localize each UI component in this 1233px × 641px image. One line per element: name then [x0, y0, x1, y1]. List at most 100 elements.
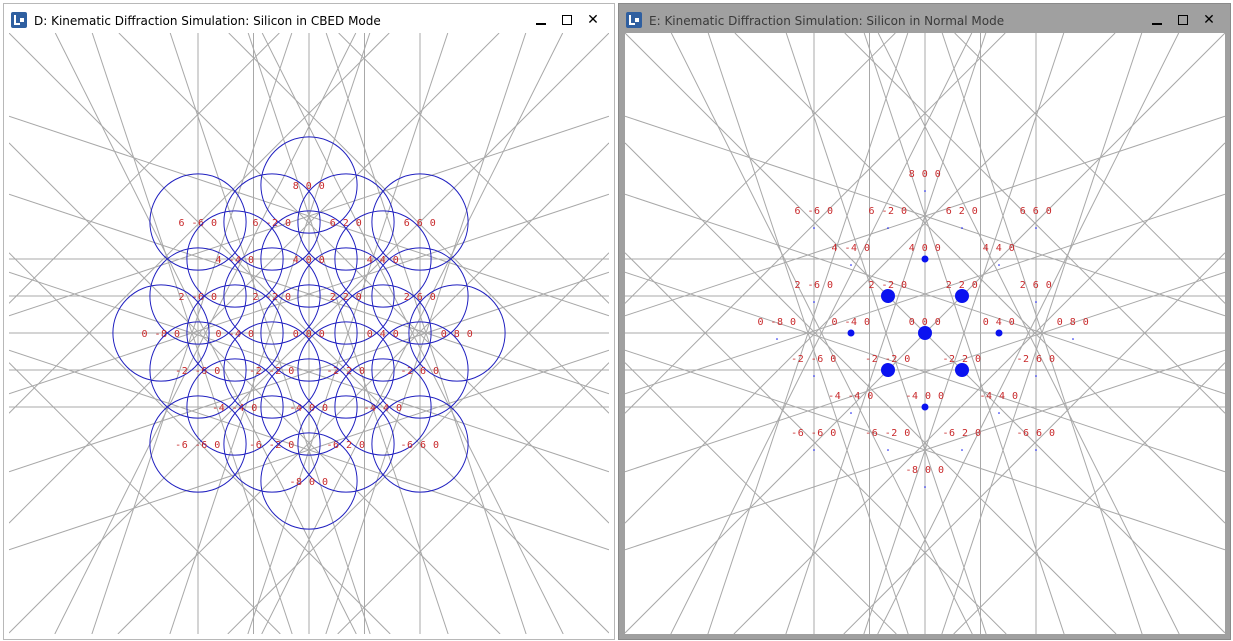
reflection-0_4_0[interactable]: 0 4 0 [983, 317, 1016, 337]
reflection-label: 0 0 0 [909, 317, 942, 328]
maximize-icon[interactable] [1172, 10, 1194, 30]
reflection--2_2_0[interactable]: -2 2 0 [942, 354, 981, 377]
maximize-icon[interactable] [556, 10, 578, 30]
reflection-label: 0 8 0 [1057, 317, 1090, 328]
reflection-6_2_0[interactable]: 6 2 0 [946, 206, 979, 229]
diffraction-spot [924, 486, 926, 488]
diffraction-spot [1035, 301, 1037, 303]
diffraction-spot [813, 375, 815, 377]
reflection-label: -6 -6 0 [791, 428, 837, 439]
reflection-label: 0 8 0 [441, 329, 474, 340]
diffraction-spot [1035, 375, 1037, 377]
reflection-label: 2 6 0 [1020, 280, 1053, 291]
diffraction-spot [813, 301, 815, 303]
reflection-label: 6 2 0 [946, 206, 979, 217]
diffraction-spot [998, 412, 1000, 414]
reflection-label: -6 -2 0 [249, 440, 295, 451]
reflection-label: 4 0 0 [293, 255, 326, 266]
reflection-label: 4 4 0 [983, 243, 1016, 254]
reflection-label: 2 -6 0 [794, 280, 833, 291]
reflection-label: -6 2 0 [326, 440, 365, 451]
reflection-label: -2 -2 0 [865, 354, 911, 365]
reflection-label: 2 -2 0 [252, 292, 291, 303]
reflection-label: -6 6 0 [1016, 428, 1055, 439]
diffraction-spot [921, 255, 929, 263]
reflection-label: 4 4 0 [367, 255, 400, 266]
reflection--4_4_0[interactable]: -4 4 0 [979, 391, 1018, 414]
window-normal-mode[interactable]: E: Kinematic Diffraction Simulation: Sil… [618, 3, 1231, 640]
window-cbed-mode[interactable]: D: Kinematic Diffraction Simulation: Sil… [3, 3, 615, 640]
reflection-label: 0 4 0 [367, 329, 400, 340]
reflection-0_8_0[interactable]: 0 8 0 [1057, 317, 1090, 340]
reflection-label: -4 0 0 [905, 391, 944, 402]
reflection-label: 6 -2 0 [868, 206, 907, 217]
reflection-label: 4 -4 0 [215, 255, 254, 266]
kikuchi-line [953, 362, 1225, 634]
reflection-4_-4_0[interactable]: 4 -4 0 [831, 243, 870, 266]
diffraction-spot [776, 338, 778, 340]
reflection-label: 6 -6 0 [794, 206, 833, 217]
reflection-label: 0 -8 0 [757, 317, 796, 328]
diffraction-spot [955, 363, 969, 377]
reflection-0_-4_0[interactable]: 0 -4 0 [831, 317, 870, 337]
reflection-label: -6 6 0 [400, 440, 439, 451]
reflection-2_-2_0[interactable]: 2 -2 0 [868, 280, 907, 303]
reflection-4_0_0[interactable]: 4 0 0 [909, 243, 942, 263]
reflection-label: -2 -2 0 [249, 366, 295, 377]
reflection-label: -4 -4 0 [828, 391, 874, 402]
diffraction-spot [887, 449, 889, 451]
reflection-label: -2 2 0 [326, 366, 365, 377]
reflection-label: 8 0 0 [293, 181, 326, 192]
diffraction-spot [998, 264, 1000, 266]
diffraction-spot [961, 449, 963, 451]
titlebar-d[interactable]: D: Kinematic Diffraction Simulation: Sil… [4, 4, 614, 36]
reflection-0_-8_0[interactable]: 0 -8 0 [757, 317, 796, 340]
diffraction-spot [887, 227, 889, 229]
reflection-label: -2 6 0 [400, 366, 439, 377]
diffraction-spot [847, 329, 855, 337]
reflection-label: 6 -6 0 [178, 218, 217, 229]
reflection-label: -8 0 0 [289, 477, 328, 488]
diffraction-spot [1072, 338, 1074, 340]
titlebar-e[interactable]: E: Kinematic Diffraction Simulation: Sil… [619, 4, 1230, 36]
kikuchi-line [625, 362, 897, 634]
reflection-label: 2 2 0 [946, 280, 979, 291]
reflection-label: -2 -6 0 [175, 366, 221, 377]
kikuchi-line [9, 142, 501, 634]
reflection-0_0_0[interactable]: 0 0 0 [909, 317, 942, 340]
normal-pattern-canvas[interactable]: 8 0 0 6 -6 0 6 -2 0 6 2 0 6 6 0 4 -4 0 4 0 0 4 … [625, 33, 1225, 634]
reflection-label: 0 -4 0 [831, 317, 870, 328]
reflection-label: -6 -2 0 [865, 428, 911, 439]
reflection--6_-2_0[interactable]: -6 -2 0 [865, 428, 911, 451]
java-app-icon [11, 12, 27, 28]
reflection-6_-2_0[interactable]: 6 -2 0 [868, 206, 907, 229]
diffraction-spot [921, 403, 929, 411]
diffraction-spot [1035, 227, 1037, 229]
kikuchi-line [117, 142, 609, 634]
reflection-label: -4 0 0 [289, 403, 328, 414]
diffraction-spot [955, 289, 969, 303]
reflection-label: 2 -6 0 [178, 292, 217, 303]
minimize-icon[interactable] [530, 10, 552, 30]
close-icon[interactable]: ✕ [582, 10, 604, 30]
reflection-label: 4 -4 0 [831, 243, 870, 254]
reflection-label: 0 -8 0 [141, 329, 180, 340]
diffraction-spot [813, 227, 815, 229]
diffraction-spot [881, 363, 895, 377]
diffraction-spot [1035, 449, 1037, 451]
diffraction-spot [961, 227, 963, 229]
diffraction-spot [850, 264, 852, 266]
reflection-label: -4 4 0 [363, 403, 402, 414]
reflection-label: 4 0 0 [909, 243, 942, 254]
diffraction-spot [924, 190, 926, 192]
reflection-label: 8 0 0 [909, 169, 942, 180]
diffraction-spot [813, 449, 815, 451]
java-app-icon [626, 12, 642, 28]
cbed-pattern-canvas[interactable]: 8 0 0 6 -6 0 6 -2 0 6 2 0 6 6 0 4 -4 0 4 0 0 4 … [9, 33, 609, 634]
reflection-label: 6 2 0 [330, 218, 363, 229]
reflection-label: -2 -6 0 [791, 354, 837, 365]
minimize-icon[interactable] [1146, 10, 1168, 30]
diffraction-spot [995, 329, 1003, 337]
close-icon[interactable]: ✕ [1198, 10, 1220, 30]
reflection-label: -6 -6 0 [175, 440, 221, 451]
